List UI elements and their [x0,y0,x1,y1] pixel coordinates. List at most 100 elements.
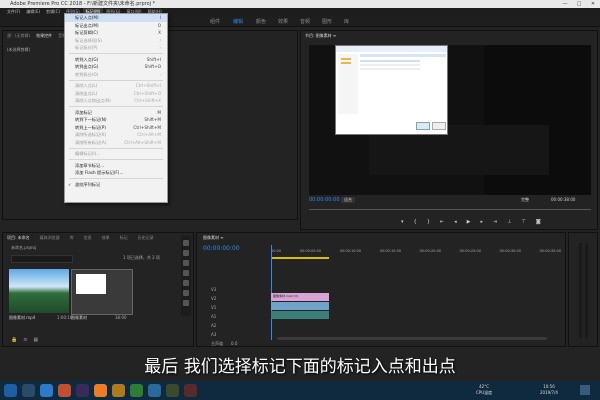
menu-item[interactable]: ✓ 波纹序列标记 [65,181,167,189]
track-v2[interactable]: V2 [211,294,237,303]
menu-item[interactable]: 转到入点(G) Shift+I [65,56,167,64]
tab-media-browser[interactable]: 媒体浏览器 [40,235,60,241]
file-row[interactable] [360,68,420,70]
export-frame-icon[interactable]: ◙ [536,219,541,225]
track-v1[interactable]: V1 [211,303,237,312]
app-icon[interactable] [94,384,107,397]
app-icon[interactable] [148,384,161,397]
sequence-thumbnail[interactable] [71,269,133,315]
app-icon[interactable] [58,384,71,397]
menu-clip[interactable]: 剪辑(C) [43,8,63,15]
selection-tool-icon[interactable] [183,240,189,246]
step-forward-icon[interactable]: ▸ [480,219,483,225]
fit-dropdown[interactable]: 适合 [341,197,355,203]
lock-icon[interactable]: 🔒 [11,337,17,343]
search-icon[interactable] [22,384,35,397]
timeline-tab[interactable]: 图像素材 ≡ [203,235,224,241]
mark-out-icon[interactable]: } [427,219,430,225]
folder-icon[interactable] [112,384,125,397]
step-back-icon[interactable]: ◂ [454,219,457,225]
track-headers: V3 V2 V1 A1 A2 A3 主声道 0.0 [211,285,237,348]
dialog-cancel-button[interactable] [432,122,446,130]
go-to-in-icon[interactable]: ⇤ [440,219,444,225]
app-icon[interactable] [130,384,143,397]
workspace-editing[interactable]: 编辑 [233,18,243,25]
dialog-ok-button[interactable] [416,122,430,130]
marker-icon[interactable]: ▾ [401,219,404,225]
menu-separator [69,79,163,81]
workspace-libraries[interactable]: 库 [344,18,349,25]
workspace-color[interactable]: 颜色 [256,18,266,25]
track-a3[interactable]: A3 [211,330,237,339]
track-a1[interactable]: A1 [211,312,237,321]
clip-thumbnail[interactable] [9,269,69,313]
track-a2[interactable]: A2 [211,321,237,330]
ripple-edit-tool-icon[interactable] [183,260,189,266]
menu-item[interactable]: 添加章节标记... [65,162,167,170]
tab-libraries[interactable]: 库 [70,235,74,241]
timeline-scrollbar[interactable] [277,337,547,340]
menu-item[interactable]: 转到上一标记(P) Ctrl+Shift+M [65,124,167,132]
video-clip[interactable]: 图像素材.mp4 [V] [271,293,329,301]
lift-icon[interactable]: ⊥ [507,219,511,225]
file-row[interactable] [360,60,420,62]
app-icon[interactable] [166,384,179,397]
menu-item[interactable]: 添加标记 M [65,109,167,117]
timeline-timecode: 00:00:00:00 [203,245,240,252]
list-view-icon[interactable]: ≡ [23,337,27,343]
slip-tool-icon[interactable] [183,280,189,286]
minimize-button[interactable]: — [558,0,572,8]
notification-icon[interactable] [580,385,590,395]
program-scrubber[interactable] [309,209,591,210]
play-icon[interactable]: ▶ [467,219,471,225]
start-button-icon[interactable] [4,384,17,397]
menu-item[interactable]: 标记剪辑(C) X [65,29,167,37]
hand-tool-icon[interactable] [183,300,189,306]
video-clip-v1[interactable] [271,302,329,310]
icon-view-icon[interactable]: ▦ [33,337,38,343]
master-value[interactable]: 0.0 [231,339,237,348]
file-row[interactable] [360,64,420,66]
project-file-name: 未命名.prproj [11,245,37,250]
tab-info[interactable]: 信息 [84,235,92,241]
program-tab[interactable]: 节目: 图像素材 ≡ [305,33,336,39]
menu-item-label: 清除所选标记(K) [75,132,107,137]
tab-project[interactable]: 项目: 未命名 [7,235,30,241]
menu-item-label: 转到下一标记(N) [75,117,107,122]
project-search-input[interactable] [11,255,73,263]
track-v3[interactable]: V3 [211,285,237,294]
workspace-assembly[interactable]: 组件 [210,18,220,25]
premiere-pro-icon[interactable] [76,384,89,397]
quality-dropdown[interactable]: 完整 [521,197,529,203]
audio-clip[interactable] [271,311,329,319]
workspace-graphics[interactable]: 图形 [322,18,332,25]
close-button[interactable]: ✕ [586,0,600,8]
tab-effect-controls[interactable]: 效果控件 [36,33,52,39]
maximize-button[interactable]: □ [572,0,586,8]
mark-in-icon[interactable]: { [414,219,417,225]
timeline-ruler[interactable]: 00:00 00:00:05:00 00:00:10:00 00:00:15:0… [271,249,561,255]
clock[interactable]: 10:56 2019/7/4 [540,384,558,396]
menu-file[interactable]: 文件(F) [4,8,23,15]
work-area-bar[interactable] [271,257,329,259]
menu-item[interactable]: 标记出点(M) O [65,22,167,30]
tab-effects[interactable]: 效果 [102,235,110,241]
tab-markers[interactable]: 标记 [120,235,128,241]
menu-item[interactable]: 转到出点(G) Shift+O [65,63,167,71]
pen-tool-icon[interactable] [183,290,189,296]
browser-icon[interactable] [40,384,53,397]
razor-tool-icon[interactable] [183,270,189,276]
menu-edit[interactable]: 编辑(E) [23,8,43,15]
tools-panel [181,236,191,316]
menu-item[interactable]: 转到下一标记(N) Shift+M [65,116,167,124]
menu-item[interactable]: 标记入点(M) I [65,14,167,22]
tab-source[interactable]: 源：(无剪辑) [7,33,30,39]
go-to-out-icon[interactable]: ⇥ [493,219,497,225]
workspace-audio[interactable]: 音频 [300,18,310,25]
tab-history[interactable]: 历史记录 [138,235,154,241]
menu-item[interactable]: 添加 Flash 提示标记(F)... [65,169,167,177]
track-select-tool-icon[interactable] [183,250,189,256]
workspace-effects[interactable]: 效果 [278,18,288,25]
extract-icon[interactable]: ⊤ [522,219,526,225]
app-icon[interactable] [184,384,197,397]
